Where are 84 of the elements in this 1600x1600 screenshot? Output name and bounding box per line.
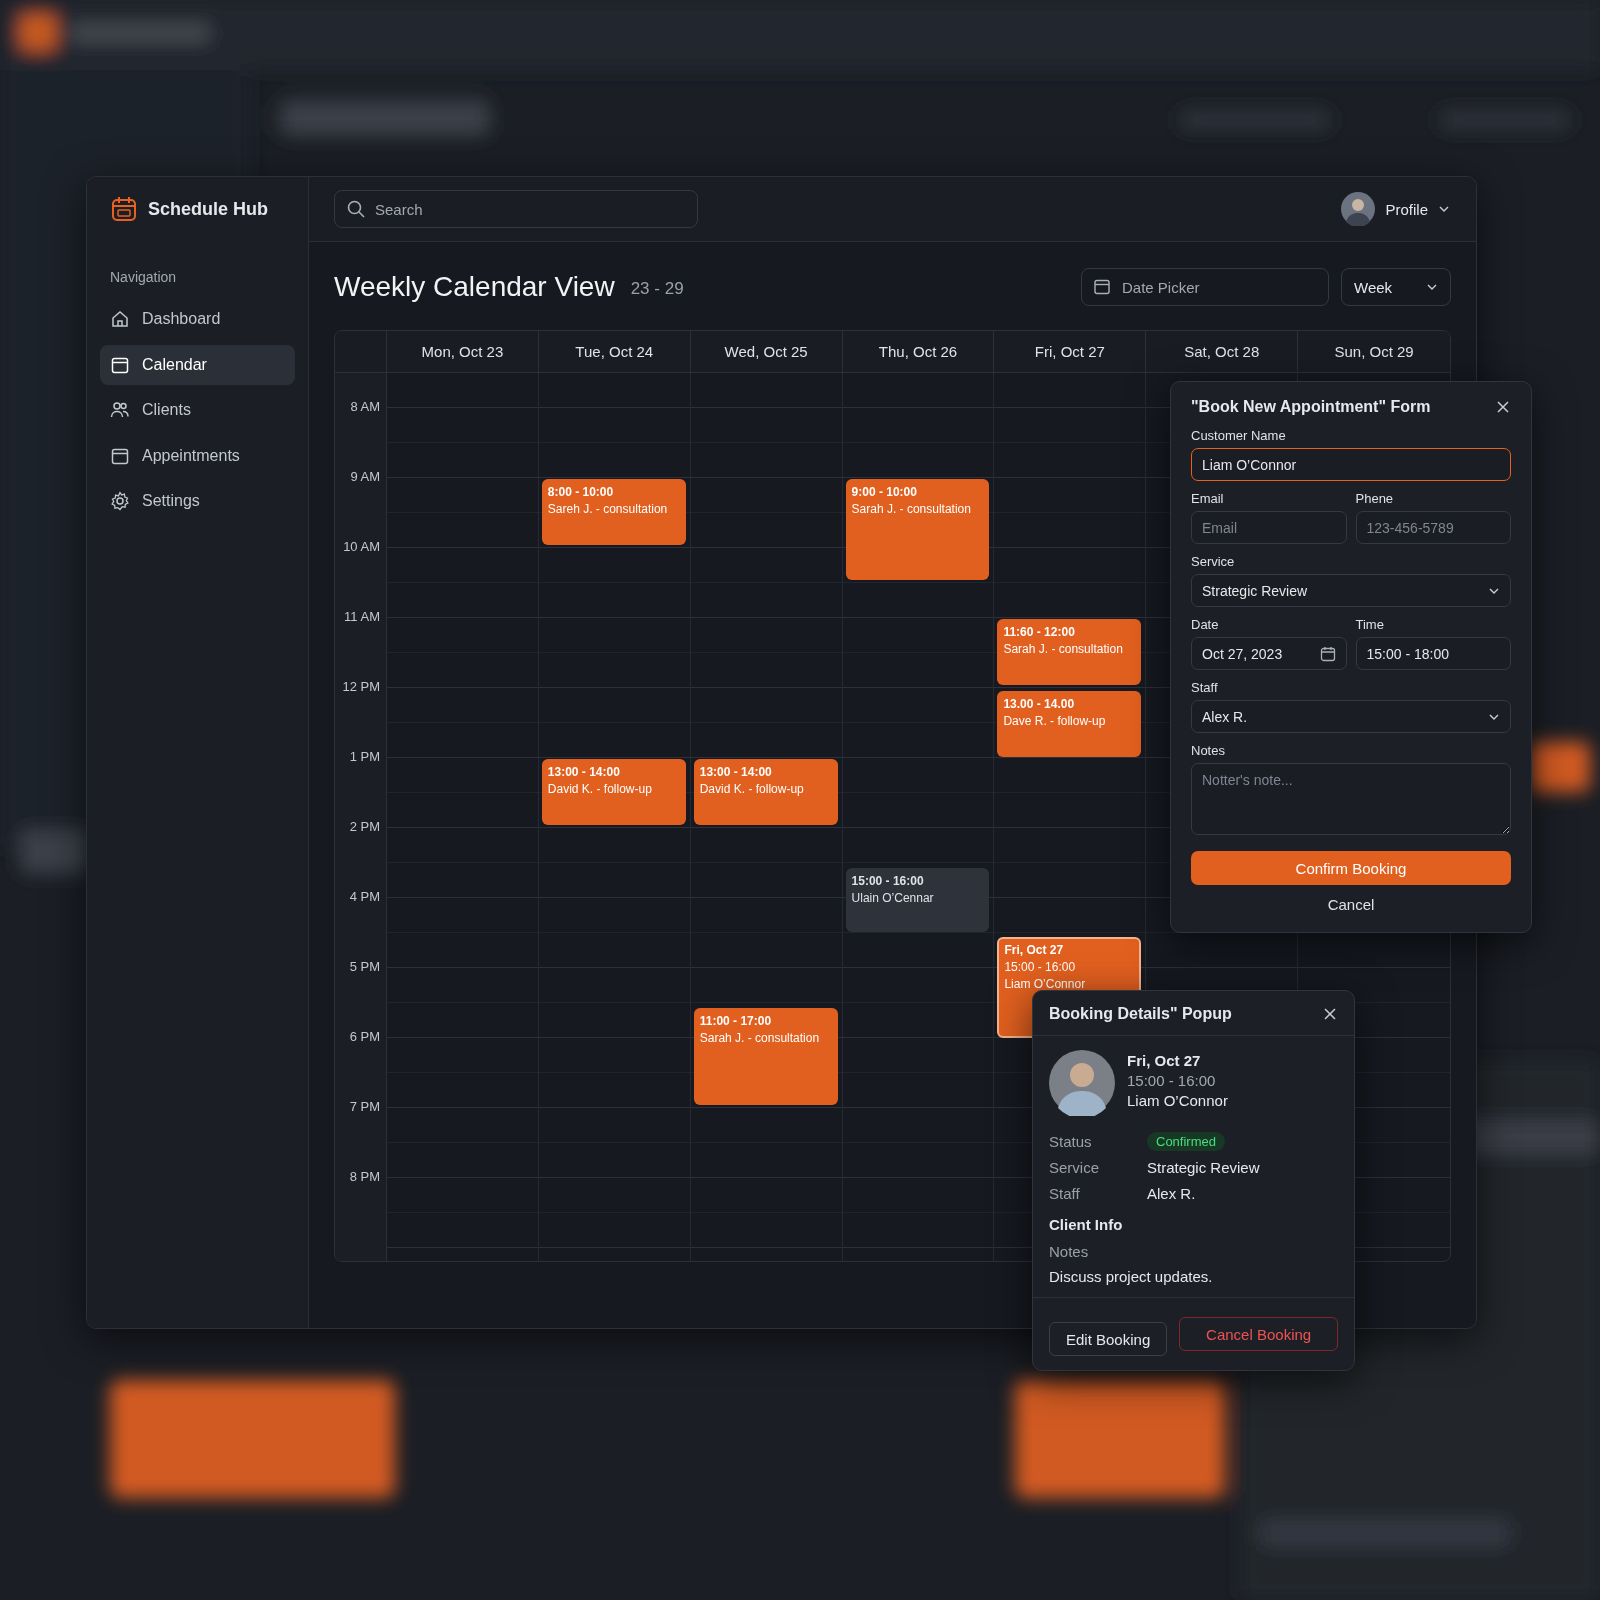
profile-button[interactable]: Profile — [1341, 192, 1450, 226]
event-card[interactable]: 15:00 - 16:00 Ulain O’Cennar — [845, 868, 990, 933]
nav-item[interactable]: Dashboard — [100, 299, 295, 339]
nav-item[interactable]: Calendar — [100, 344, 295, 385]
cancel-booking-button[interactable]: Cancel Booking — [1179, 1317, 1338, 1351]
day-header: Thu, Oct 26 — [842, 331, 995, 372]
booking-date: Fri, Oct 27 — [1127, 1052, 1202, 1069]
page-title: Weekly Calendar View — [334, 271, 615, 303]
detail-value: Strategic Review — [1147, 1158, 1260, 1176]
detail-value: Alex R. — [1147, 1184, 1196, 1202]
people-icon — [110, 400, 130, 420]
day-header: Sun, Oct 29 — [1333, 342, 1415, 362]
settings-icon — [110, 491, 130, 511]
date-field[interactable]: Oct 27, 2023 — [1191, 637, 1347, 670]
close-icon[interactable] — [1322, 1006, 1338, 1022]
app-name: Schedule Hub — [148, 198, 268, 220]
event-card[interactable]: 13.00 - 14.00 Dave R. - follow-up — [997, 691, 1142, 758]
time-label: 1 PM — [349, 749, 380, 765]
notes-label: Notes — [1049, 1243, 1090, 1260]
client-name: Liam O’Connor — [1127, 1092, 1228, 1109]
day-header: Tue, Oct 24 — [538, 331, 691, 372]
text-field[interactable]: 123-456-5789 — [1355, 511, 1511, 544]
day-header: Wed, Oct 25 — [690, 331, 843, 372]
time-label: 6 PM — [349, 1029, 380, 1045]
day-header: Mon, Oct 23 — [387, 331, 539, 372]
edit-booking-button[interactable]: Edit Booking — [1049, 1322, 1168, 1356]
search-icon — [346, 199, 366, 219]
booking-time: 15:00 - 16:00 — [1127, 1072, 1217, 1089]
field-label: Phene — [1355, 491, 1395, 506]
form-title: "Book New Appointment" Form — [1191, 398, 1431, 416]
time-label: 4 PM — [349, 889, 380, 905]
event-card[interactable]: 9:00 - 10:00 Sarah J. - consultation — [845, 479, 990, 580]
calendar-icon — [1319, 645, 1336, 662]
select-field[interactable]: Alex R. — [1191, 700, 1511, 733]
time-label: 8 PM — [349, 1169, 380, 1185]
date-range: 23 - 29 — [630, 278, 684, 299]
section-heading: Client Info — [1049, 1216, 1124, 1233]
nav-item[interactable]: Settings — [100, 481, 295, 521]
avatar-icon — [1341, 192, 1376, 226]
time-label: 2 PM — [349, 819, 380, 835]
nav-item[interactable]: Appeintments — [100, 435, 295, 476]
notes-text: Discuss project updates. — [1049, 1268, 1214, 1285]
time-label: 11 AM — [344, 609, 380, 625]
select-field[interactable]: Strategic Review — [1191, 574, 1511, 607]
status-badge: Confirmed — [1147, 1131, 1225, 1151]
notes-field[interactable]: Notter's note... — [1191, 763, 1511, 835]
event-card[interactable]: 8:00 - 10:00 Sareh J. - consultation — [541, 479, 686, 545]
text-field[interactable]: 15:00 - 18:00 — [1355, 637, 1511, 670]
avatar-icon — [1049, 1050, 1115, 1116]
nav-item[interactable]: Clients — [100, 390, 295, 430]
field-label: Service — [1191, 554, 1236, 569]
view-select[interactable]: Week — [1341, 268, 1451, 306]
event-card[interactable]: 11:60 - 12:00 Sarah J. - consultation — [997, 619, 1142, 685]
day-header: Fri, Oct 27 — [994, 331, 1147, 372]
time-label: 12 PM — [342, 679, 380, 695]
time-label: 9 AM — [350, 469, 380, 485]
detail-label: Service — [1049, 1158, 1101, 1176]
day-header: Sat, Oct 28 — [1146, 331, 1299, 372]
nav-heading: Navigation — [110, 269, 178, 285]
search-field[interactable]: Search — [334, 190, 698, 228]
field-label: Email — [1191, 491, 1225, 506]
date-picker-field[interactable]: Date Picker — [1081, 268, 1329, 306]
detail-label: Staff — [1049, 1184, 1081, 1202]
time-label: 8 AM — [350, 399, 380, 415]
calendar-icon — [110, 195, 138, 223]
event-card[interactable]: 13:00 - 14:00 David K. - follow-up — [541, 759, 686, 825]
field-label: Time — [1355, 617, 1385, 632]
text-field[interactable]: Liam O’Connor — [1191, 448, 1511, 481]
detail-label: Status — [1049, 1132, 1093, 1150]
time-label: 10 AM — [343, 539, 380, 555]
field-label: Staff — [1191, 680, 1219, 695]
field-label: Notes — [1191, 743, 1226, 758]
calendar-icon — [1093, 278, 1111, 296]
event-card[interactable]: 11:00 - 17:00 Sarah J. - consultation — [693, 1008, 838, 1105]
field-label: Date — [1191, 617, 1220, 632]
cancel-button[interactable]: Cancel — [1321, 895, 1381, 914]
field-label: Customer Name — [1191, 428, 1287, 443]
text-field[interactable]: Email — [1191, 511, 1347, 544]
time-label: 5 PM — [349, 959, 380, 975]
confirm-button[interactable]: Confirm Booking — [1191, 851, 1511, 885]
time-label: 7 PM — [349, 1099, 380, 1115]
close-icon[interactable] — [1495, 399, 1511, 415]
home-icon — [110, 309, 130, 329]
event-card[interactable]: 13:00 - 14:00 David K. - follow-up — [693, 759, 838, 825]
